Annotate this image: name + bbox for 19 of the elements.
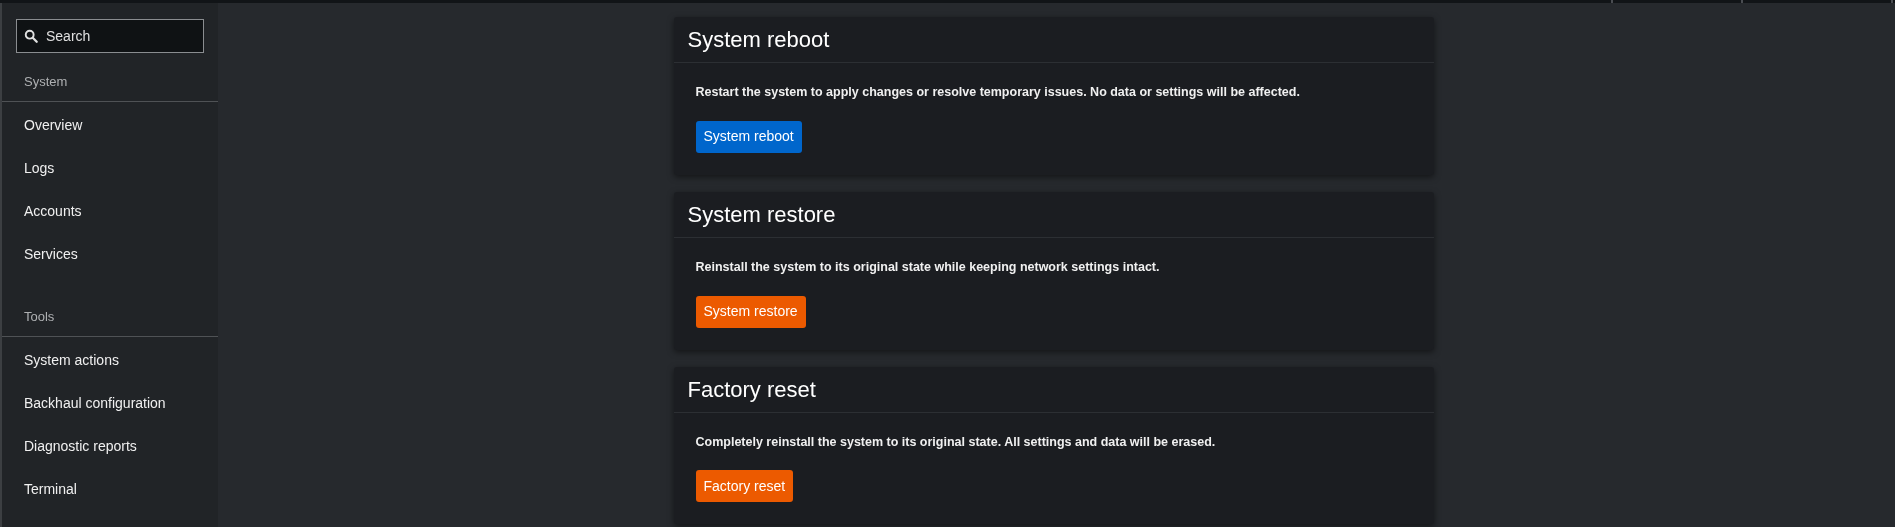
card-title: Factory reset: [687, 375, 816, 404]
search-icon: [24, 29, 38, 43]
card-description: Restart the system to apply changes or resolve temporary issues. No data or settings will be affected.: [695, 84, 1300, 101]
nav-item[interactable]: Accounts: [2, 190, 218, 233]
nav-item[interactable]: Terminal: [2, 468, 218, 511]
search-field[interactable]: Search: [16, 19, 204, 53]
section-heading: System: [24, 74, 68, 89]
card-description: Completely reinstall the system to its original state. All settings and data will be erased.: [695, 433, 1216, 451]
card-title: System restore: [687, 200, 836, 229]
action-button[interactable]: System reboot: [695, 120, 802, 153]
nav-item[interactable]: Backhaul configuration: [2, 382, 218, 425]
card-title: System reboot: [687, 26, 830, 54]
card-description: Reinstall the system to its original state while keeping network settings intact.: [695, 258, 1160, 276]
nav-item[interactable]: Services: [2, 233, 218, 276]
nav-item[interactable]: Logs: [2, 147, 218, 190]
nav-item[interactable]: Diagnostic reports: [2, 425, 218, 468]
section-heading: Tools: [24, 309, 55, 324]
nav-item[interactable]: System actions: [2, 339, 218, 382]
nav-item[interactable]: Overview: [2, 104, 218, 147]
